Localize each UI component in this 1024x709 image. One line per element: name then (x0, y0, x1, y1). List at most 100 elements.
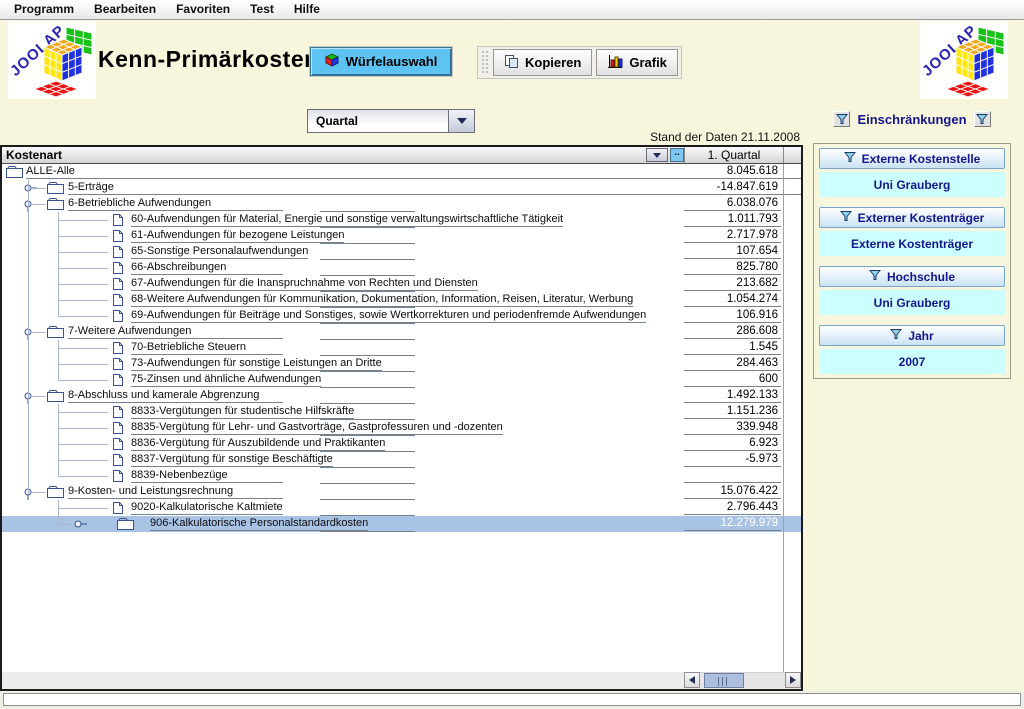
table-row[interactable]: 7-Weitere Aufwendungen286.608 (2, 324, 801, 340)
tree-node-label[interactable]: 68-Weitere Aufwendungen für Kommunikatio… (131, 292, 633, 307)
status-bar (0, 691, 1024, 709)
tree-node-label[interactable]: 6-Betriebliche Aufwendungen (68, 196, 283, 211)
tree-node-label[interactable]: 65-Sonstige Personalaufwendungen (131, 244, 308, 259)
table-body: ALLE-Alle8.045.6185-Erträge-14.847.6196-… (2, 164, 801, 532)
column-header-quartal[interactable]: 1. Quartal (684, 147, 783, 163)
table-row[interactable]: 70-Betriebliche Steuern1.545 (2, 340, 801, 356)
table-row[interactable]: 73-Aufwendungen für sonstige Leistungen … (2, 356, 801, 372)
filter-button[interactable]: Externe Kostenstelle (819, 148, 1005, 169)
cube-icon (325, 53, 339, 70)
table-row[interactable]: 61-Aufwendungen für bezogene Leistungen2… (2, 228, 801, 244)
tree-connector-line (58, 380, 108, 381)
restrictions-header: Einschränkungen (813, 109, 1011, 129)
filter-funnel-button[interactable] (833, 111, 850, 127)
table-row[interactable]: 8837-Vergütung für sonstige Beschäftigte… (2, 452, 801, 468)
scrollbar-thumb[interactable] (704, 673, 744, 688)
data-status-label: Stand der Daten 21.11.2008 (560, 130, 800, 144)
filter-button[interactable]: Jahr (819, 325, 1005, 346)
table-row[interactable]: 69-Aufwendungen für Beiträge und Sonstig… (2, 308, 801, 324)
tree-node-label[interactable]: 8-Abschluss und kamerale Abgrenzung (68, 388, 283, 403)
tree-connector-line (58, 476, 108, 477)
tree-connector-line (58, 212, 59, 316)
filter-label: Jahr (908, 329, 933, 343)
table-row[interactable]: 8833-Vergütungen für studentische Hilfsk… (2, 404, 801, 420)
tree-collapsed-handle-icon[interactable] (72, 516, 88, 537)
horizontal-scrollbar[interactable] (684, 672, 801, 688)
tree-connector-line (58, 508, 108, 509)
table-row[interactable]: ALLE-Alle8.045.618 (2, 164, 801, 180)
tree-node-label[interactable]: 61-Aufwendungen für bezogene Leistungen (131, 228, 344, 243)
scrollbar-track[interactable] (700, 672, 785, 688)
cell-value: 600 (684, 372, 781, 387)
filter-button[interactable]: Externer Kostenträger (819, 207, 1005, 228)
tree-node-label[interactable]: 7-Weitere Aufwendungen (68, 324, 283, 339)
tree-node-label[interactable]: 9-Kosten- und Leistungsrechnung (68, 484, 283, 499)
table-row[interactable]: 5-Erträge-14.847.619 (2, 180, 801, 196)
cell-value (684, 468, 781, 483)
costs-table-panel: Kostenart .. 1. Quartal ALLE-Alle8.045.6… (0, 145, 803, 691)
tree-connector-line (28, 332, 46, 333)
table-row[interactable]: 9-Kosten- und Leistungsrechnung15.076.42… (2, 484, 801, 500)
table-row[interactable]: 906-Kalkulatorische Personalstandardkost… (2, 516, 801, 532)
tree-node-label[interactable]: 70-Betriebliche Steuern (131, 340, 283, 355)
tree-node-label[interactable]: 73-Aufwendungen für sonstige Leistungen … (131, 356, 382, 371)
table-row[interactable]: 8839-Nebenbezüge (2, 468, 801, 484)
filter-value: Uni Grauberg (819, 290, 1005, 315)
menu-bearbeiten[interactable]: Bearbeiten (84, 0, 166, 19)
table-row[interactable]: 6-Betriebliche Aufwendungen6.038.076 (2, 196, 801, 212)
tree-node-label[interactable]: 8839-Nebenbezüge (131, 468, 283, 483)
tree-node-label[interactable]: 8836-Vergütung für Auszubildende und Pra… (131, 436, 385, 451)
table-row[interactable]: 67-Aufwendungen für die Inanspruchnahme … (2, 276, 801, 292)
combobox-arrow-button[interactable] (448, 110, 474, 132)
menu-programm[interactable]: Programm (4, 0, 84, 19)
table-row[interactable]: 9020-Kalkulatorische Kaltmiete2.796.443 (2, 500, 801, 516)
table-row[interactable]: 8-Abschluss und kamerale Abgrenzung1.492… (2, 388, 801, 404)
funnel-icon (890, 328, 902, 343)
scroll-right-button[interactable] (785, 672, 801, 688)
table-row[interactable]: 60-Aufwendungen für Material, Energie un… (2, 212, 801, 228)
tree-node-label[interactable]: 66-Abschreibungen (131, 260, 283, 275)
menu-favoriten[interactable]: Favoriten (166, 0, 240, 19)
table-row[interactable]: 8836-Vergütung für Auszubildende und Pra… (2, 436, 801, 452)
scrollbar-strip (2, 672, 801, 689)
chart-button[interactable]: Grafik (596, 49, 678, 76)
tree-node-label[interactable]: 60-Aufwendungen für Material, Energie un… (131, 212, 563, 227)
column-header-kostenart[interactable]: Kostenart (6, 147, 62, 163)
filter-funnel-button[interactable] (974, 111, 991, 127)
column-more-button[interactable]: .. (670, 148, 684, 162)
scroll-left-button[interactable] (684, 672, 700, 688)
filter-label: Externe Kostenstelle (862, 152, 981, 166)
tree-node-label[interactable]: 67-Aufwendungen für die Inanspruchnahme … (131, 276, 478, 291)
table-row[interactable]: 66-Abschreibungen825.780 (2, 260, 801, 276)
tree-connector-line (58, 268, 108, 269)
tree-node-label[interactable]: 8835-Vergütung für Lehr- und Gastvorträg… (131, 420, 503, 435)
menu-test[interactable]: Test (240, 0, 284, 19)
tree-node-label[interactable]: 8833-Vergütungen für studentische Hilfsk… (131, 404, 354, 419)
tree-connector-line (58, 460, 108, 461)
toolbar-drag-handle[interactable] (481, 50, 489, 75)
period-combobox[interactable]: Quartal (307, 109, 475, 133)
tree-node-label[interactable]: 8837-Vergütung für sonstige Beschäftigte (131, 452, 333, 467)
menu-bar: ProgrammBearbeitenFavoritenTestHilfe (0, 0, 1024, 20)
filter-section: Jahr2007 (819, 325, 1005, 374)
copy-button[interactable]: Kopieren (493, 49, 592, 76)
chevron-down-icon (457, 118, 467, 124)
tree-node-label[interactable]: 69-Aufwendungen für Beiträge und Sonstig… (131, 308, 646, 323)
filter-button[interactable]: Hochschule (819, 266, 1005, 287)
tree-node-label[interactable]: 9020-Kalkulatorische Kaltmiete (131, 500, 283, 515)
tree-node-label[interactable]: 906-Kalkulatorische Personalstandardkost… (150, 516, 368, 531)
column-dropdown-button[interactable] (646, 148, 668, 162)
table-row[interactable]: 65-Sonstige Personalaufwendungen107.654 (2, 244, 801, 260)
tree-node-label[interactable]: 75-Zinsen und ähnliche Aufwendungen (131, 372, 321, 387)
restrictions-panel: Externe Kostenstelle Uni Grauberg Externer… (813, 143, 1011, 379)
tree-connector-line (58, 524, 72, 525)
menu-hilfe[interactable]: Hilfe (284, 0, 330, 19)
chevron-down-icon (653, 153, 661, 158)
table-row[interactable]: 75-Zinsen und ähnliche Aufwendungen 600 (2, 372, 801, 388)
cube-select-button[interactable]: Würfelauswahl (310, 47, 452, 76)
tree-connector-line (28, 188, 46, 189)
tree-connector-line (28, 396, 46, 397)
cell-value: 1.054.274 (684, 292, 781, 307)
table-row[interactable]: 8835-Vergütung für Lehr- und Gastvorträg… (2, 420, 801, 436)
table-row[interactable]: 68-Weitere Aufwendungen für Kommunikatio… (2, 292, 801, 308)
